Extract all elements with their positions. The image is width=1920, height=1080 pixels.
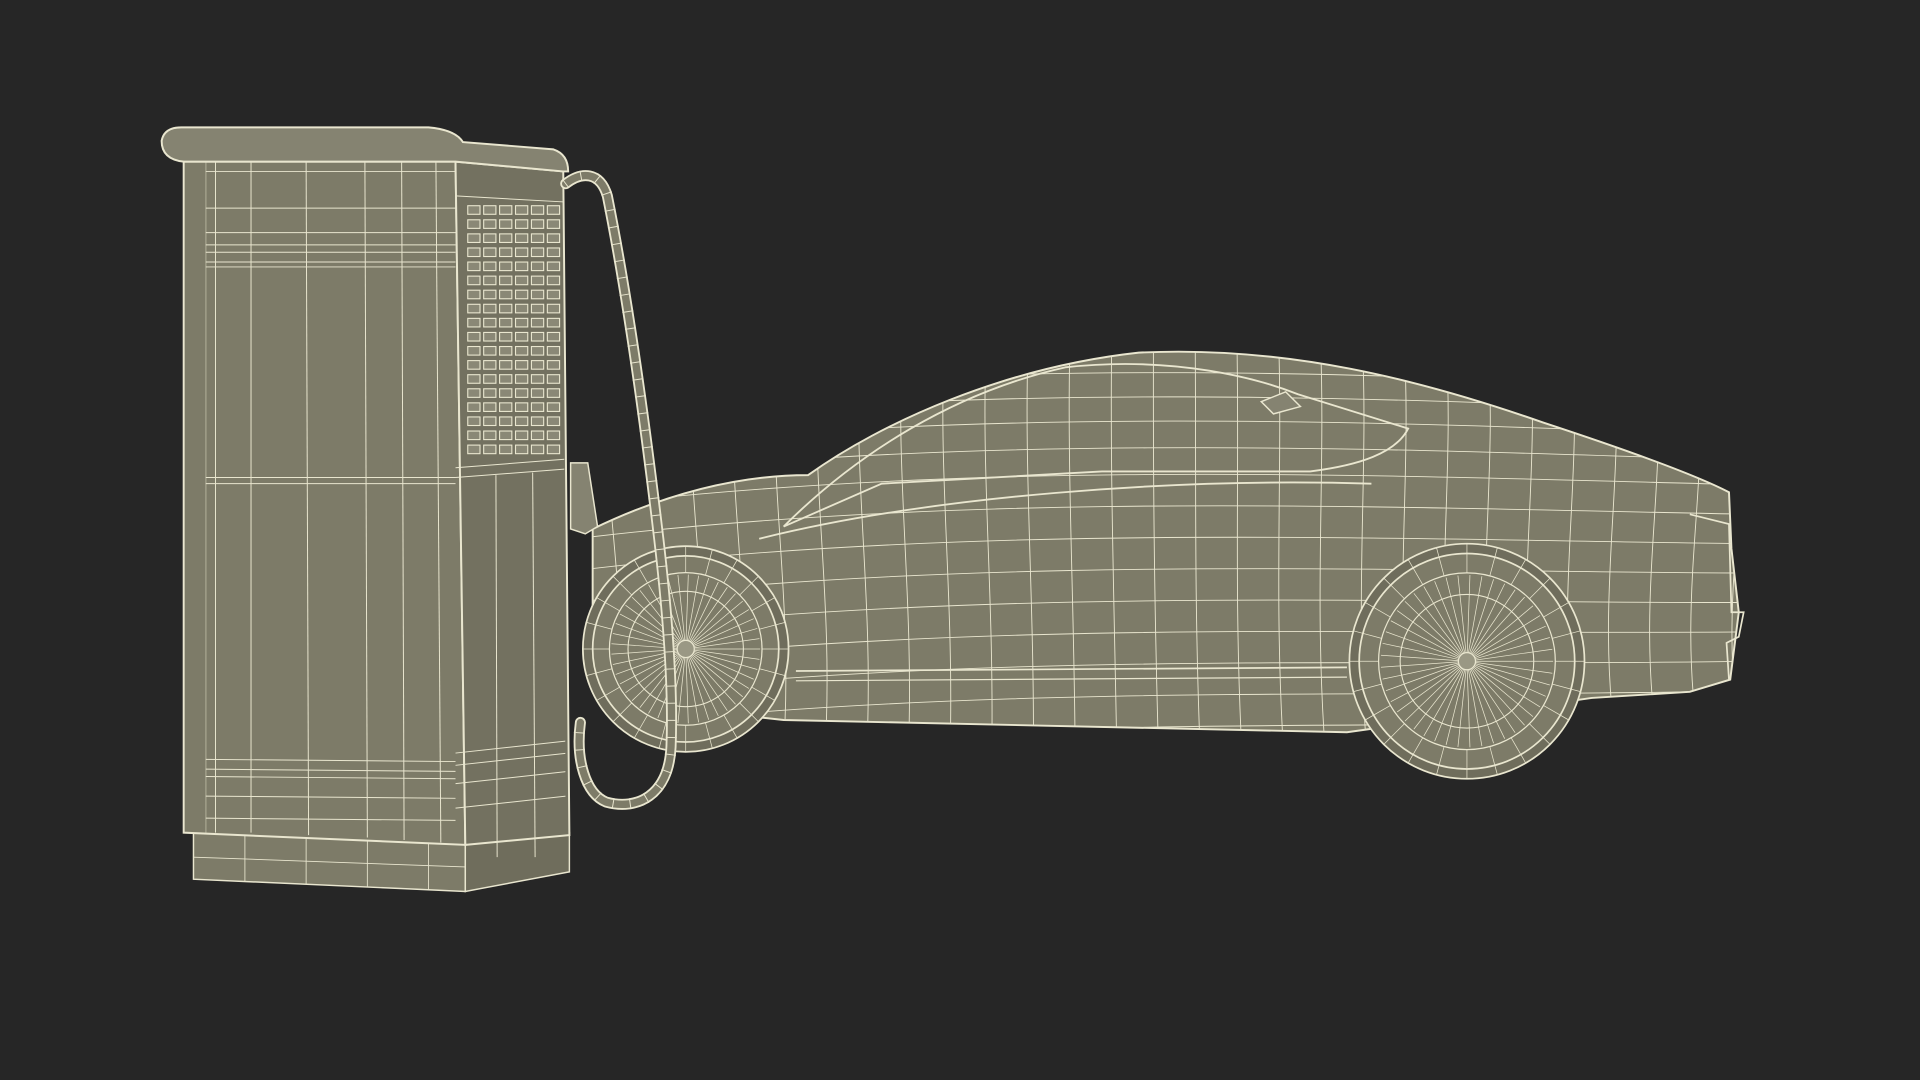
ev-charging-station bbox=[160, 126, 571, 893]
render-viewport bbox=[0, 0, 1920, 1080]
front-wheel bbox=[582, 545, 790, 753]
rear-wheel bbox=[1348, 542, 1586, 780]
wireframe-scene bbox=[160, 126, 1745, 893]
